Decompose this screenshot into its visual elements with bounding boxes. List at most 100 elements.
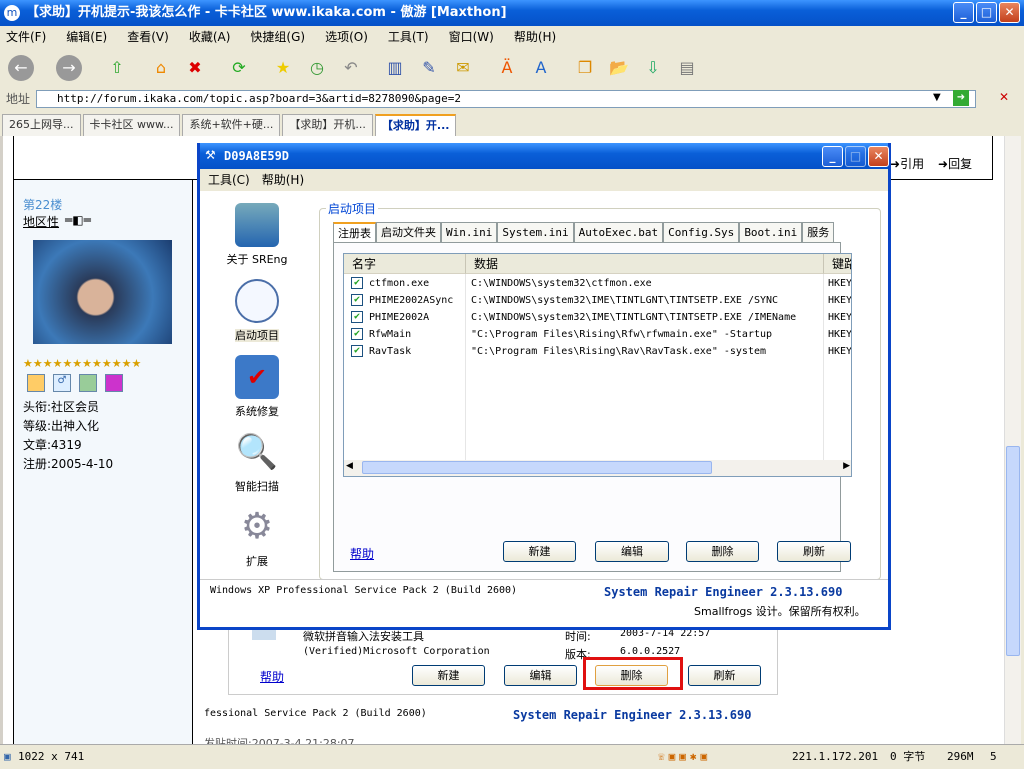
up-folder-icon[interactable]: ⇧	[104, 55, 130, 81]
dialog-edit-button[interactable]: 编辑	[595, 541, 669, 562]
plugin-icon[interactable]: ▤	[674, 55, 700, 81]
column-name[interactable]: 名字	[344, 254, 466, 274]
male-icon: ♂	[53, 374, 71, 392]
dialog-menu-help[interactable]: 帮助(H)	[262, 173, 304, 187]
hscroll-thumb[interactable]	[362, 461, 712, 474]
menu-edit[interactable]: 编辑(E)	[66, 30, 107, 44]
mail-icon[interactable]: ✉	[450, 55, 476, 81]
column-data[interactable]: 数据	[466, 254, 824, 274]
help-link[interactable]: 帮助	[260, 668, 284, 685]
menu-tools[interactable]: 工具(T)	[388, 30, 429, 44]
tab-active[interactable]: 【求助】开...	[374, 114, 457, 136]
product-name: System Repair Engineer 2.3.13.690	[513, 708, 752, 722]
tab-autoexec[interactable]: AutoExec.bat	[573, 222, 664, 242]
tab[interactable]: 卡卡社区 www...	[82, 114, 181, 136]
menu-options[interactable]: 选项(O)	[325, 30, 368, 44]
tools-icon[interactable]: ▥	[382, 55, 408, 81]
tab-win-ini[interactable]: Win.ini	[441, 222, 498, 242]
minimize-button[interactable]: _	[953, 2, 974, 23]
vertical-scrollbar[interactable]	[1004, 136, 1021, 744]
edit-icon[interactable]: ✎	[416, 55, 442, 81]
row-checkbox[interactable]: ✔	[351, 294, 363, 306]
memory-usage: 296M	[947, 750, 974, 763]
font-icon[interactable]: A	[528, 55, 554, 81]
startup-list: 名字 数据 键路 ✔ ctfmon.exe C:\WINDOWS\system32\…	[343, 253, 852, 477]
home-icon[interactable]: ⌂	[148, 55, 174, 81]
tab-boot-ini[interactable]: Boot.ini	[739, 222, 803, 242]
page-icon: ▣	[4, 750, 11, 763]
dialog-help-link[interactable]: 帮助	[350, 545, 374, 562]
address-input[interactable]: http://forum.ikaka.com/topic.asp?board=3…	[36, 90, 976, 108]
row-checkbox[interactable]: ✔	[351, 345, 363, 357]
tab[interactable]: 系统+软件+硬...	[182, 114, 281, 136]
refresh-icon[interactable]: ⟳	[226, 55, 252, 81]
list-row[interactable]: ✔ RavTask "C:\Program Files\Rising\Rav\Rav…	[344, 343, 851, 360]
dialog-refresh-button[interactable]: 刷新	[777, 541, 851, 562]
dialog-close-button[interactable]: ✕	[868, 146, 889, 167]
nav-about[interactable]: 关于 SREng	[207, 203, 307, 267]
quote-link[interactable]: ➜引用	[890, 155, 924, 172]
close-button[interactable]: ✕	[999, 2, 1020, 23]
dialog-new-button[interactable]: 新建	[503, 541, 576, 562]
row-checkbox[interactable]: ✔	[351, 277, 363, 289]
favorites-star-icon[interactable]: ★	[270, 55, 296, 81]
new-button[interactable]: 新建	[412, 665, 485, 686]
clock-icon	[235, 279, 279, 323]
refresh-button[interactable]: 刷新	[688, 665, 761, 686]
row-checkbox[interactable]: ✔	[351, 311, 363, 323]
open-folder-icon[interactable]: 📂	[606, 55, 632, 81]
menu-favorites[interactable]: 收藏(A)	[189, 30, 231, 44]
toolbar: ← → ⇧ ⌂ ✖ ⟳ ★ ◷ ↶ ▥ ✎ ✉ Ä A ❐ 📂 ⇩ ▤	[0, 48, 1024, 88]
download-icon[interactable]: ⇩	[640, 55, 666, 81]
list-row[interactable]: ✔ PHIME2002A C:\WINDOWS\system32\IME\TINTL…	[344, 309, 851, 326]
maximize-button[interactable]: □	[976, 2, 997, 23]
tab-config-sys[interactable]: Config.Sys	[663, 222, 740, 242]
forward-icon[interactable]: →	[56, 55, 82, 81]
browser-title-bar: 【求助】开机提示-我该怎么作 - 卡卡社区 www.ikaka.com - 傲游…	[0, 0, 1024, 26]
nav-startup[interactable]: 启动项目	[207, 279, 307, 343]
tab[interactable]: 265上网导...	[2, 114, 81, 136]
scroll-left-icon[interactable]: ◀	[346, 461, 353, 471]
list-row[interactable]: ✔ RfwMain "C:\Program Files\Rising\Rfw\rfw…	[344, 326, 851, 343]
username-link[interactable]: 地区性	[23, 213, 59, 230]
status-tray-icons[interactable]: ☏▣▣✱▣	[658, 745, 711, 769]
back-icon[interactable]: ←	[8, 55, 34, 81]
nav-scan[interactable]: 🔍 智能扫描	[207, 430, 307, 494]
menu-help[interactable]: 帮助(H)	[514, 30, 556, 44]
rank-stars-icon: ★★★★★★★★★★★★	[23, 357, 142, 370]
list-row[interactable]: ✔ ctfmon.exe C:\WINDOWS\system32\ctfmon.ex…	[344, 275, 851, 292]
highlight-box	[583, 657, 683, 690]
sreng-dialog: D09A8E59D ⚒ _ □ ✕ 工具(C) 帮助(H) 关于 SREng 启动…	[197, 143, 891, 630]
dialog-menu-tools[interactable]: 工具(C)	[208, 173, 250, 187]
address-dropdown-icon[interactable]: ▼	[933, 92, 941, 103]
menu-file[interactable]: 文件(F)	[6, 30, 46, 44]
nav-extend[interactable]: ⚙ 扩展	[207, 505, 307, 569]
copy-icon[interactable]: ❐	[572, 55, 598, 81]
tab-registry[interactable]: 注册表	[333, 222, 376, 242]
row-data: C:\WINDOWS\system32\ctfmon.exe	[471, 278, 652, 289]
translate-icon[interactable]: Ä	[494, 55, 520, 81]
dialog-delete-button[interactable]: 删除	[686, 541, 759, 562]
menu-groups[interactable]: 快捷组(G)	[250, 30, 305, 44]
list-row[interactable]: ✔ PHIME2002ASync C:\WINDOWS\system32\IME\T…	[344, 292, 851, 309]
edit-button[interactable]: 编辑	[504, 665, 577, 686]
column-key[interactable]: 键路	[824, 254, 851, 274]
history-icon[interactable]: ◷	[304, 55, 330, 81]
tab[interactable]: 【求助】开机...	[282, 114, 373, 136]
tab-system-ini[interactable]: System.ini	[497, 222, 574, 242]
menu-view[interactable]: 查看(V)	[127, 30, 169, 44]
go-icon[interactable]: ➜	[953, 90, 969, 106]
scroll-right-icon[interactable]: ▶	[843, 461, 850, 471]
undo-icon[interactable]: ↶	[338, 55, 364, 81]
close-tab-icon[interactable]: ✕	[999, 90, 1009, 104]
horizontal-scrollbar[interactable]: ◀ ▶	[344, 460, 851, 476]
stop-icon[interactable]: ✖	[182, 55, 208, 81]
tab-startup-folder[interactable]: 启动文件夹	[376, 222, 441, 242]
reply-link[interactable]: ➜回复	[938, 155, 972, 172]
menu-window[interactable]: 窗口(W)	[449, 30, 494, 44]
tab-services[interactable]: 服务	[802, 222, 835, 242]
scrollbar-thumb[interactable]	[1006, 446, 1020, 656]
dialog-minimize-button[interactable]: _	[822, 146, 843, 167]
row-checkbox[interactable]: ✔	[351, 328, 363, 340]
nav-repair[interactable]: ✔ 系统修复	[207, 355, 307, 419]
